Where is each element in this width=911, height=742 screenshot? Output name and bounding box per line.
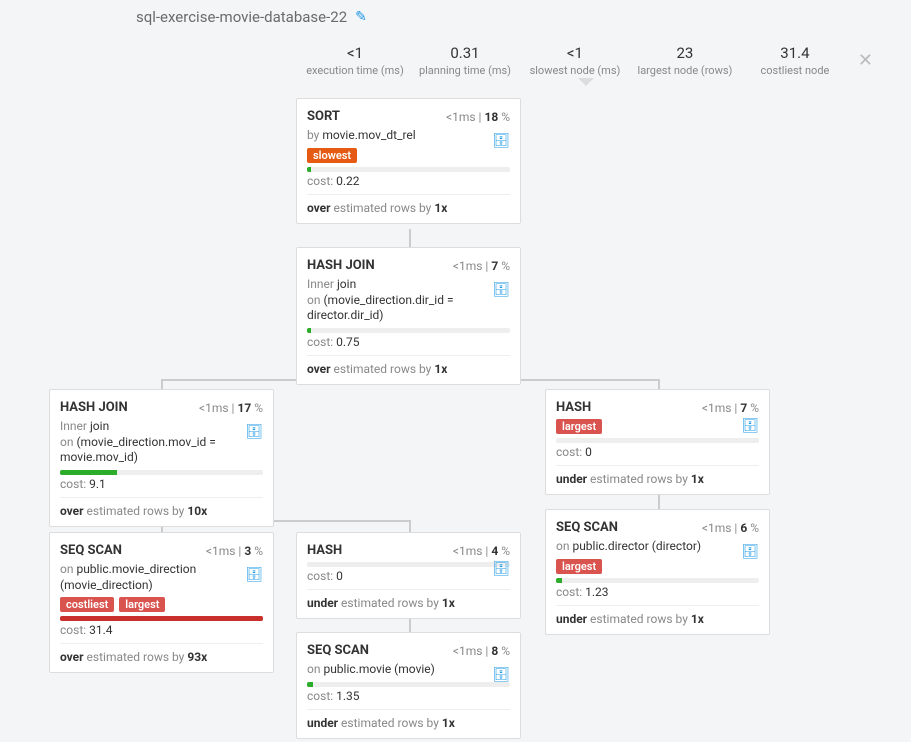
node-meta: <1ms | 18 % (446, 110, 510, 124)
database-icon[interactable]: 🗄 (741, 544, 759, 560)
estimate: over estimated rows by 1x (307, 362, 510, 376)
cost: cost: 31.4 (60, 623, 263, 644)
cost: cost: 0.22 (307, 174, 510, 195)
cost: cost: 0.75 (307, 335, 510, 356)
cost-bar (60, 470, 263, 475)
node-hashjoin-1[interactable]: HASH JOIN <1ms | 7 % Inner joinon (movie… (296, 247, 521, 385)
node-hashjoin-2[interactable]: HASH JOIN <1ms | 17 % Inner joinon (movi… (49, 389, 274, 527)
connector (658, 379, 660, 389)
node-title: HASH (556, 400, 591, 415)
database-icon[interactable]: 🗄 (245, 567, 263, 583)
connector (161, 379, 163, 389)
node-sub: on public.movie (movie) (307, 662, 497, 678)
cost: cost: 0 (556, 445, 759, 466)
cost-bar (307, 682, 510, 687)
cost-bar (307, 328, 510, 333)
tag-largest: largest (556, 419, 602, 434)
connector (658, 495, 660, 509)
node-seqscan-movie[interactable]: SEQ SCAN <1ms | 8 % on public.movie (mov… (296, 632, 521, 739)
cost: cost: 1.35 (307, 689, 510, 710)
connector (409, 520, 411, 532)
database-icon[interactable]: 🗄 (245, 424, 263, 440)
node-hash-left[interactable]: HASH <1ms | 4 % 🗄 cost: 0 under estimate… (296, 532, 521, 619)
node-sub: on public.movie_direction (movie_directi… (60, 562, 250, 593)
tag-slowest: slowest (307, 148, 357, 163)
connector (409, 618, 411, 632)
cost: cost: 1.23 (556, 585, 759, 606)
estimate: under estimated rows by 1x (556, 472, 759, 486)
node-sub: Inner joinon (movie_direction.dir_id = d… (307, 277, 497, 324)
database-icon[interactable]: 🗄 (741, 418, 759, 434)
cost-bar (60, 616, 263, 621)
node-meta: <1ms | 7 % (702, 401, 759, 415)
node-sub: on public.director (director) (556, 539, 746, 555)
node-meta: <1ms | 8 % (453, 644, 510, 658)
node-meta: <1ms | 7 % (453, 259, 510, 273)
plan-canvas: SORT <1ms | 18 % by movie.mov_dt_rel 🗄 s… (0, 0, 911, 742)
database-icon[interactable]: 🗄 (492, 133, 510, 149)
cost: cost: 0 (307, 569, 510, 590)
cost-bar (556, 578, 759, 583)
cost-bar (307, 167, 510, 172)
node-title: SEQ SCAN (556, 520, 618, 535)
node-sort[interactable]: SORT <1ms | 18 % by movie.mov_dt_rel 🗄 s… (296, 98, 521, 224)
node-seqscan-moviedirection[interactable]: SEQ SCAN <1ms | 3 % on public.movie_dire… (49, 532, 274, 673)
estimate: under estimated rows by 1x (307, 716, 510, 730)
database-icon[interactable]: 🗄 (492, 282, 510, 298)
cost: cost: 9.1 (60, 477, 263, 498)
connector (409, 229, 411, 247)
node-title: SEQ SCAN (60, 543, 122, 558)
node-meta: <1ms | 3 % (206, 544, 263, 558)
estimate: under estimated rows by 1x (556, 612, 759, 626)
node-sub: by movie.mov_dt_rel (307, 128, 497, 144)
estimate: under estimated rows by 1x (307, 596, 510, 610)
node-sub: Inner joinon (movie_direction.mov_id = m… (60, 419, 250, 466)
node-hash-right[interactable]: HASH <1ms | 7 % 🗄 largest cost: 0 under … (545, 389, 770, 495)
database-icon[interactable]: 🗄 (492, 667, 510, 683)
cost-bar (556, 438, 759, 443)
node-title: HASH JOIN (307, 258, 375, 273)
node-title: SEQ SCAN (307, 643, 369, 658)
database-icon[interactable]: 🗄 (492, 561, 510, 577)
node-title: HASH JOIN (60, 400, 128, 415)
tag-costliest: costliest (60, 597, 114, 612)
node-meta: <1ms | 17 % (199, 401, 263, 415)
node-title: SORT (307, 109, 340, 124)
node-meta: <1ms | 6 % (702, 521, 759, 535)
tag-largest: largest (556, 559, 602, 574)
cost-bar (307, 562, 510, 567)
node-meta: <1ms | 4 % (453, 544, 510, 558)
node-seqscan-director[interactable]: SEQ SCAN <1ms | 6 % on public.director (… (545, 509, 770, 635)
tag-largest: largest (119, 597, 165, 612)
estimate: over estimated rows by 93x (60, 650, 263, 664)
estimate: over estimated rows by 1x (307, 201, 510, 215)
node-title: HASH (307, 543, 342, 558)
estimate: over estimated rows by 10x (60, 504, 263, 518)
